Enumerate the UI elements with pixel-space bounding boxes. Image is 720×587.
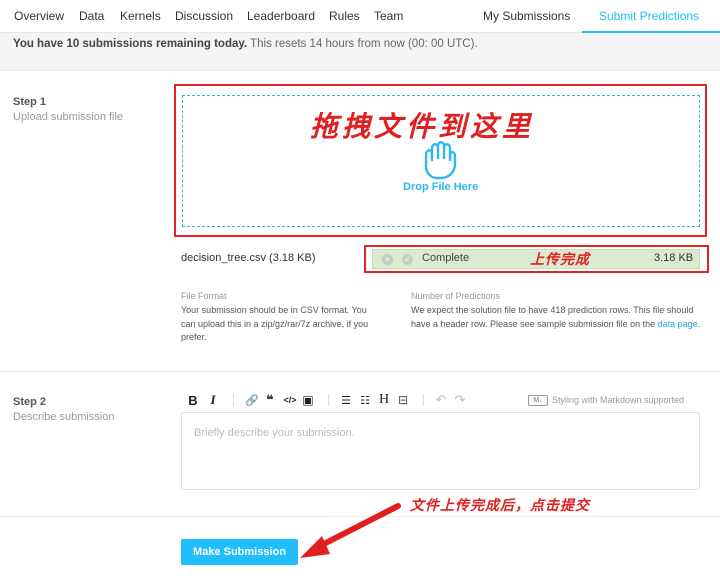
num-predictions-end: .: [697, 318, 701, 329]
file-format-label: File Format: [181, 291, 227, 301]
step2-subtitle: Describe submission: [13, 411, 115, 423]
toolbar-separator: [328, 394, 329, 406]
num-predictions-body: We expect the solution file to have 418 …: [411, 305, 694, 329]
bold-button[interactable]: B: [186, 391, 200, 409]
drop-file-here-label: Drop File Here: [403, 181, 479, 193]
tab-team[interactable]: Team: [374, 9, 403, 23]
submission-limit-banner: You have 10 submissions remaining today.…: [0, 33, 720, 71]
bullet-list-icon[interactable]: ☷: [358, 391, 372, 409]
num-predictions-label: Number of Predictions: [411, 291, 501, 301]
horizontal-rule-icon[interactable]: ⊟: [396, 391, 410, 409]
code-icon[interactable]: </>: [281, 391, 299, 409]
upload-complete-annotation: 上传完成: [530, 252, 590, 268]
data-page-link[interactable]: data page: [658, 319, 698, 329]
step1-title: Step 1: [13, 96, 47, 108]
heading-icon[interactable]: H: [377, 391, 391, 409]
tab-rules[interactable]: Rules: [329, 9, 360, 23]
markdown-supported-note: Styling with Markdown supported: [552, 395, 685, 405]
annotation-arrow-icon: [300, 503, 401, 558]
uploaded-file-name: decision_tree.csv (3.18 KB): [181, 252, 316, 264]
remove-file-icon[interactable]: ×: [382, 254, 393, 265]
tab-discussion[interactable]: Discussion: [175, 9, 233, 23]
redo-icon[interactable]: ↷: [453, 391, 467, 409]
make-submission-button[interactable]: Make Submission: [181, 539, 298, 565]
status-check-icon: ✓: [402, 254, 413, 265]
markdown-icon: M↓: [528, 395, 548, 406]
top-nav: Overview Data Kernels Discussion Leaderb…: [0, 0, 720, 33]
banner-text: You have 10 submissions remaining today.…: [13, 38, 478, 50]
tab-data[interactable]: Data: [79, 9, 104, 23]
file-format-text: Your submission should be in CSV format.…: [181, 305, 369, 342]
quote-icon[interactable]: ❝: [263, 391, 277, 409]
hand-drag-icon: [424, 141, 457, 180]
undo-icon[interactable]: ↶: [434, 391, 448, 409]
upload-file-size: 3.18 KB: [654, 252, 694, 264]
ordered-list-icon[interactable]: ☰: [339, 391, 353, 409]
tab-leaderboard[interactable]: Leaderboard: [247, 9, 315, 23]
step2-title: Step 2: [13, 396, 47, 408]
description-textarea[interactable]: [181, 412, 700, 490]
tab-kernels[interactable]: Kernels: [120, 9, 161, 23]
italic-button[interactable]: I: [207, 391, 219, 409]
submit-annotation: 文件上传完成后，点击提交: [410, 498, 590, 514]
banner-bold-text: You have 10 submissions remaining today.: [13, 38, 248, 50]
section-divider: [0, 371, 720, 372]
toolbar-separator: [233, 394, 234, 406]
image-icon[interactable]: ▣: [301, 391, 315, 409]
toolbar-separator: [423, 394, 424, 406]
num-predictions-text: We expect the solution file to have 418 …: [411, 304, 701, 331]
tab-my-submissions[interactable]: My Submissions: [483, 9, 570, 23]
tab-submit-predictions[interactable]: Submit Predictions: [599, 9, 699, 23]
banner-reset-text: This resets 14 hours from now (00: 00 UT…: [247, 38, 478, 50]
link-icon[interactable]: 🔗: [245, 391, 259, 409]
tab-overview[interactable]: Overview: [14, 9, 64, 23]
step1-subtitle: Upload submission file: [13, 111, 124, 123]
upload-status-text: Complete: [422, 252, 470, 264]
